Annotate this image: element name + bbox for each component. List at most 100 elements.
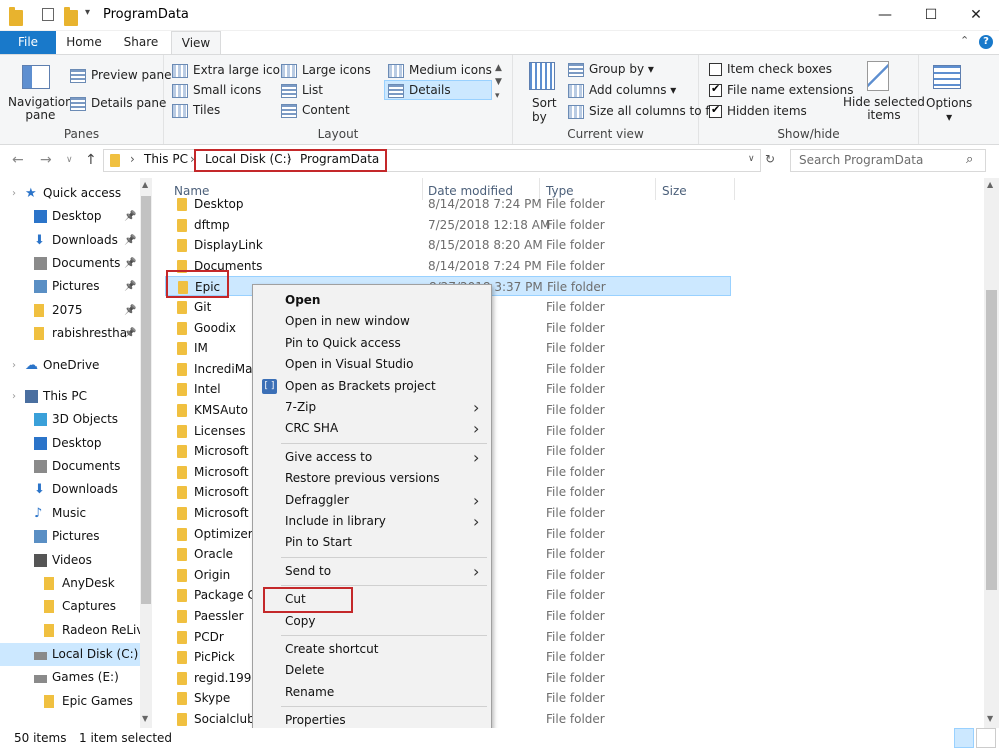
nav-item-documents[interactable]: Documents 📌 [0,252,140,275]
menu-item-include-in-library[interactable]: Include in library › [253,511,491,532]
chevron-up-icon[interactable]: ⌃ [960,34,969,47]
item-check-boxes-checkbox[interactable] [709,63,722,76]
help-icon[interactable]: ? [979,35,993,49]
nav-item-captures[interactable]: Captures [0,595,140,618]
menu-item-crc-sha[interactable]: CRC SHA › [253,418,491,439]
maximize-button[interactable]: ☐ [908,0,954,31]
layout-medium-icons[interactable]: Medium icons [388,63,492,78]
nav-item-downloads[interactable]: ⬇ Downloads [0,478,140,501]
layout-small-icons[interactable]: Small icons [172,83,261,98]
expand-chevron-icon[interactable]: › [12,385,16,408]
hidden-items-toggle[interactable]: Hidden items [709,103,807,118]
menu-item-pin-to-start[interactable]: Pin to Start [253,532,491,553]
layout-large-icons[interactable]: Large icons [281,63,371,78]
item-check-boxes-toggle[interactable]: Item check boxes [709,62,832,76]
nav-item-onedrive[interactable]: ☁ OneDrive › [0,354,140,377]
large-icons-view-toggle-icon[interactable] [976,728,996,748]
pin-icon[interactable]: 📌 [124,252,136,275]
properties-icon[interactable] [42,8,54,21]
nav-item-epic-games[interactable]: Epic Games [0,690,140,713]
nav-item-pictures[interactable]: Pictures 📌 [0,275,140,298]
expand-chevron-icon[interactable]: › [12,354,16,377]
size-all-columns-button[interactable]: Size all columns to fit [568,104,718,119]
tab-view[interactable]: View [171,31,221,54]
nav-item-local-disk-c[interactable]: Local Disk (C:) [0,643,140,666]
file-list-scroll-thumb[interactable] [986,290,997,590]
menu-item-open[interactable]: Open [253,290,491,311]
nav-item-quick-access[interactable]: ★ Quick access › [0,182,140,205]
layout-content[interactable]: Content [281,103,350,118]
nav-item-downloads[interactable]: ⬇ Downloads 📌 [0,229,140,252]
nav-item-documents[interactable]: Documents [0,455,140,478]
hide-selected-items-button[interactable]: Hide selected items [843,96,925,122]
table-row[interactable]: dftmp 7/25/2018 12:18 AM File folder [165,215,731,235]
pin-icon[interactable]: 📌 [124,299,136,322]
file-name-extensions-toggle[interactable]: File name extensions [709,82,854,97]
scroll-down-icon[interactable]: ▼ [142,714,148,723]
forward-arrow-icon[interactable]: → [40,152,52,168]
hidden-items-checkbox[interactable] [709,103,722,118]
quick-access-dropdown-icon[interactable]: ▾ [85,7,90,23]
pin-icon[interactable]: 📌 [124,205,136,228]
menu-item-open-in-visual-studio[interactable]: Open in Visual Studio [253,354,491,375]
menu-item-send-to[interactable]: Send to › [253,561,491,582]
menu-item-restore-previous-versions[interactable]: Restore previous versions [253,468,491,489]
tab-home[interactable]: Home [58,31,110,54]
minimize-button[interactable]: — [862,0,908,31]
details-pane-button[interactable]: Details pane [70,96,166,111]
pin-icon[interactable]: 📌 [124,322,136,345]
group-by-button[interactable]: Group by ▾ [568,62,654,77]
back-arrow-icon[interactable]: ← [12,152,24,168]
nav-item-radeon-relive[interactable]: Radeon ReLive [0,619,151,642]
layout-extra-large-icons[interactable]: Extra large icons [172,63,294,78]
options-button[interactable]: Options ▾ [926,96,972,124]
file-name-extensions-checkbox[interactable] [709,82,722,97]
sort-by-button[interactable]: Sort by [532,96,557,124]
details-view-toggle-icon[interactable] [954,728,974,748]
pin-icon[interactable]: 📌 [124,229,136,252]
nav-scroll-thumb[interactable] [141,196,151,604]
layout-list[interactable]: List [281,83,323,98]
menu-item-rename[interactable]: Rename [253,682,491,703]
scroll-up-icon[interactable]: ▲ [987,180,993,189]
nav-item-desktop[interactable]: Desktop 📌 [0,205,140,228]
menu-item-open-in-new-window[interactable]: Open in new window [253,311,491,332]
menu-item-create-shortcut[interactable]: Create shortcut [253,639,491,660]
nav-item-videos[interactable]: Videos [0,549,140,572]
search-input[interactable]: Search ProgramData [790,149,986,172]
nav-item-games-e[interactable]: Games (E:) [0,666,140,689]
pin-icon[interactable]: 📌 [124,275,136,298]
expand-chevron-icon[interactable]: › [12,182,16,205]
layout-scroll-icon[interactable]: ▲ ▼ ▾ [495,61,502,103]
search-icon[interactable]: ⌕ [966,152,973,167]
scroll-up-icon[interactable]: ▲ [142,180,148,189]
nav-item-anydesk[interactable]: AnyDesk [0,572,140,595]
scroll-down-icon[interactable]: ▼ [987,714,993,723]
nav-item-pictures[interactable]: Pictures [0,525,140,548]
menu-item-open-as-brackets-project[interactable]: [ ] Open as Brackets project [253,376,491,397]
menu-item-defraggler[interactable]: Defraggler › [253,490,491,511]
layout-tiles[interactable]: Tiles [172,103,220,118]
nav-item-music[interactable]: ♪ Music [0,502,140,525]
nav-item-this-pc[interactable]: This PC › [0,385,140,408]
breadcrumb-separator-icon[interactable]: › [130,152,135,166]
table-row[interactable]: Desktop 8/14/2018 7:24 PM File folder [165,194,731,214]
nav-item-2075[interactable]: 2075 📌 [0,299,140,322]
preview-pane-button[interactable]: Preview pane [70,68,171,83]
refresh-icon[interactable]: ↻ [765,152,775,166]
add-columns-button[interactable]: Add columns ▾ [568,83,676,98]
menu-item-pin-to-quick-access[interactable]: Pin to Quick access [253,333,491,354]
nav-item-rabishrestha[interactable]: rabishrestha- 📌 [0,322,140,345]
breadcrumb-this-pc[interactable]: This PC [144,152,188,166]
navigation-pane-button[interactable]: Navigation pane [8,96,73,122]
table-row[interactable]: Documents 8/14/2018 7:24 PM File folder [165,256,731,276]
layout-details[interactable]: Details [384,80,492,100]
recent-locations-chevron-icon[interactable]: ∨ [66,155,73,165]
table-row[interactable]: DisplayLink 8/15/2018 8:20 AM File folder [165,235,731,255]
tab-share[interactable]: Share [114,31,168,54]
address-dropdown-icon[interactable]: ∨ [748,154,755,164]
menu-item-7-zip[interactable]: 7-Zip › [253,397,491,418]
menu-item-copy[interactable]: Copy [253,611,491,632]
menu-item-give-access-to[interactable]: Give access to › [253,447,491,468]
menu-item-delete[interactable]: Delete [253,660,491,681]
